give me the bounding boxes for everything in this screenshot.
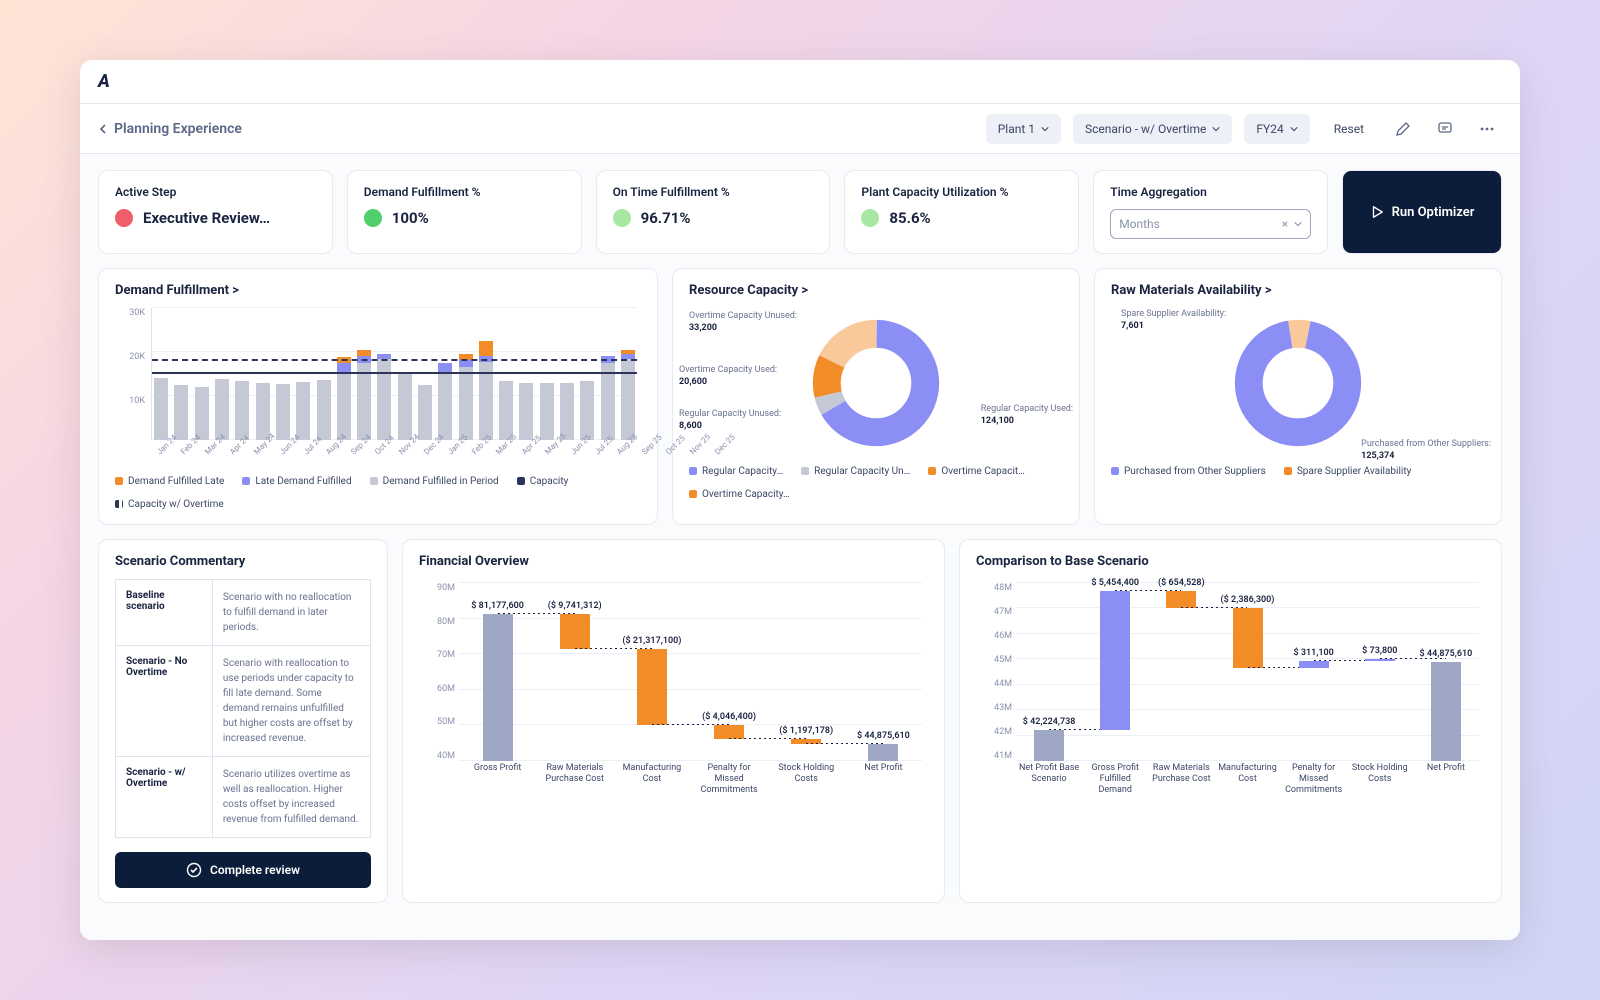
financial-overview-chart: Financial Overview 90M80M70M60M50M40M $ … [402, 539, 945, 903]
kpi-active-step: Active Step Executive Review… [98, 170, 333, 254]
clear-icon[interactable]: × [1282, 217, 1288, 231]
demand-fulfillment-chart: Demand Fulfillment > 30K20K10K Jan 24Feb… [98, 268, 658, 525]
complete-review-button[interactable]: Complete review [115, 852, 371, 888]
back-button[interactable]: Planning Experience [98, 121, 242, 137]
table-row: Scenario - w/ OvertimeScenario utilizes … [116, 757, 371, 838]
run-optimizer-button[interactable]: Run Optimizer [1343, 171, 1501, 253]
comment-icon[interactable] [1430, 114, 1460, 144]
plant-dropdown[interactable]: Plant 1 [986, 114, 1061, 144]
demand-chart-area: 30K20K10K Jan 24Feb 24Mar 24Apr 24May 24… [115, 308, 641, 468]
reset-button[interactable]: Reset [1322, 114, 1376, 144]
run-optimizer-card: Run Optimizer [1342, 170, 1502, 254]
raw-materials-chart: Raw Materials Availability > Spare Suppl… [1094, 268, 1502, 525]
logo: A [98, 71, 109, 92]
resource-capacity-chart: Resource Capacity > Overtime Capacity Un… [672, 268, 1080, 525]
check-circle-icon [186, 862, 202, 878]
comparison-chart: Comparison to Base Scenario 48M47M46M45M… [959, 539, 1502, 903]
kpi-row: Active Step Executive Review… Demand Ful… [98, 170, 1502, 254]
donut-icon [1233, 318, 1363, 448]
play-icon [1370, 205, 1384, 219]
scenario-commentary: Scenario Commentary Baseline scenarioSce… [98, 539, 388, 903]
content: Active Step Executive Review… Demand Ful… [80, 154, 1520, 940]
table-row: Scenario - No OvertimeScenario with real… [116, 646, 371, 757]
chevron-left-icon [98, 124, 108, 134]
year-dropdown[interactable]: FY24 [1244, 114, 1309, 144]
topbar: A [80, 60, 1520, 104]
page-title: Planning Experience [114, 121, 242, 137]
time-aggregation-select[interactable]: Months × [1110, 209, 1311, 239]
donut-icon [811, 318, 941, 448]
commentary-table: Baseline scenarioScenario with no reallo… [115, 579, 371, 838]
demand-legend: Demand Fulfilled Late Late Demand Fulfil… [115, 476, 641, 510]
status-dot [115, 209, 133, 227]
chevron-down-icon [1294, 220, 1302, 228]
table-row: Baseline scenarioScenario with no reallo… [116, 580, 371, 646]
header: Planning Experience Plant 1 Scenario - w… [80, 104, 1520, 154]
kpi-ontime: On Time Fulfillment % 96.71% [596, 170, 831, 254]
kpi-time-aggregation: Time Aggregation Months × [1093, 170, 1328, 254]
edit-icon[interactable] [1388, 114, 1418, 144]
app-window: A Planning Experience Plant 1 Scenario -… [80, 60, 1520, 940]
more-icon[interactable] [1472, 114, 1502, 144]
scenario-dropdown[interactable]: Scenario - w/ Overtime [1073, 114, 1232, 144]
kpi-capacity: Plant Capacity Utilization % 85.6% [844, 170, 1079, 254]
kpi-demand-fulfillment: Demand Fulfillment % 100% [347, 170, 582, 254]
